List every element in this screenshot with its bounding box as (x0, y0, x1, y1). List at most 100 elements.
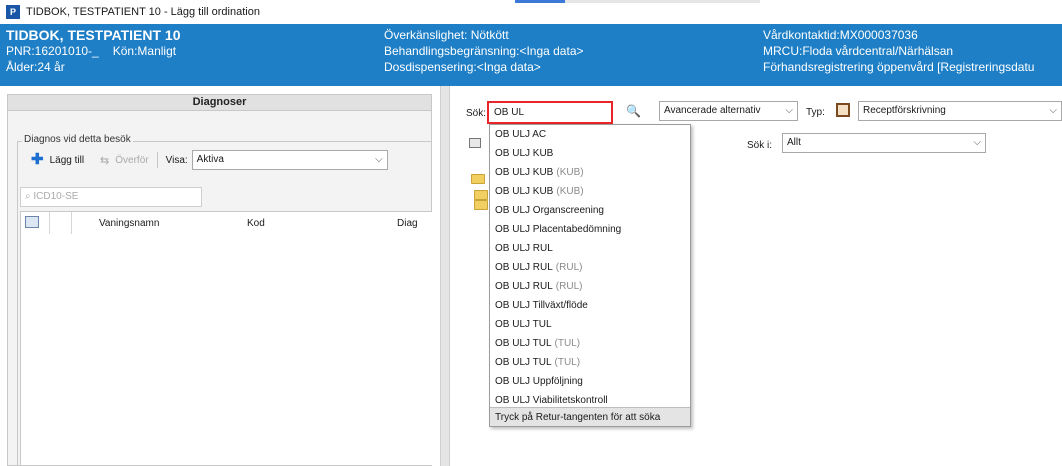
column-header-code[interactable]: Kod (247, 218, 265, 229)
visa-select-value: Aktiva (196, 154, 224, 165)
suggestion-text: OB ULJ KUB (495, 148, 554, 159)
folder-icon[interactable] (474, 200, 488, 210)
new-folder-icon[interactable] (469, 138, 481, 148)
suggestion-suffix: (KUB) (556, 167, 584, 178)
tab-indicator-active (515, 0, 565, 3)
panel-splitter[interactable] (440, 86, 450, 466)
search-icon: ⌕ (25, 191, 31, 202)
treatment-limit-info[interactable]: Behandlingsbegränsning:<Inga data> (384, 43, 584, 59)
column-header-diag[interactable]: Diag (397, 218, 418, 229)
suggestion-text: OB ULJ Placentabedömning (495, 224, 622, 235)
mrcu-info: MRCU:Floda vårdcentral/Närhälsan (763, 44, 954, 58)
search-in-value: Allt (787, 137, 801, 148)
app-icon: P (6, 5, 20, 19)
suggestion-item[interactable]: OB ULJ Tillväxt/flöde (490, 296, 690, 315)
column-divider (71, 212, 72, 234)
plus-icon: ✚ (31, 151, 44, 168)
group-legend: Diagnos vid detta besök (22, 134, 133, 145)
suggestion-item[interactable]: OB ULJ Uppföljning (490, 372, 690, 391)
suggestion-text: OB ULJ TUL (495, 338, 552, 349)
suggestion-item[interactable]: OB ULJ RUL (RUL) (490, 258, 690, 277)
contact-info-column: Vårdkontaktid:MX000037036 MRCU:Floda vår… (763, 27, 1034, 75)
suggestion-item[interactable]: OB ULJ KUB (490, 144, 690, 163)
suggestion-text: OB ULJ RUL (495, 281, 553, 292)
search-input[interactable]: OB UL (487, 101, 613, 124)
suggestion-item[interactable]: OB ULJ KUB (KUB) (490, 182, 690, 201)
suggestion-suffix: (RUL) (555, 262, 583, 273)
add-button-label: Lägg till (49, 154, 85, 166)
patient-gender: Kön:Manligt (112, 44, 177, 58)
folder-icon[interactable] (471, 174, 485, 184)
suggestion-text: OB ULJ Viabilitetskontroll (495, 395, 608, 406)
search-input-value: OB UL (494, 107, 525, 118)
patient-alerts-column: Överkänslighet: Nötkött Behandlingsbegrä… (384, 27, 584, 75)
search-icon[interactable]: 🔍 (626, 104, 641, 118)
patient-info-column: TIDBOK, TESTPATIENT 10 PNR:16201010-_ Kön… (6, 27, 181, 75)
preregistration-info: Förhandsregistrering öppenvård [Registre… (763, 60, 1035, 74)
type-select-value: Receptförskrivning (863, 105, 946, 116)
suggestion-text: OB ULJ KUB (495, 167, 554, 178)
diagnosis-toolbar: ✚ Lägg till ⇆ Överför Visa: Aktiva ⌵ (31, 148, 388, 172)
suggestion-text: OB ULJ TUL (495, 319, 552, 330)
suggestion-item[interactable]: OB ULJ RUL (490, 239, 690, 258)
column-header-name[interactable]: Vaningsnamn (99, 218, 159, 229)
suggestion-item[interactable]: OB ULJ RUL (RUL) (490, 277, 690, 296)
suggestion-text: OB ULJ TUL (495, 357, 552, 368)
patient-pnr-row: PNR:16201010-_ Kön:Manligt (6, 43, 181, 59)
transfer-icon: ⇆ (100, 154, 110, 167)
tab-indicator (565, 0, 760, 3)
suggestion-item[interactable]: OB ULJ AC (490, 125, 690, 144)
allergy-info[interactable]: Överkänslighet: Nötkött (384, 27, 584, 43)
diagnosis-table: Vaningsnamn Kod Diag (20, 211, 432, 466)
suggestion-suffix: (TUL) (554, 357, 581, 368)
suggestion-text: OB ULJ RUL (495, 262, 553, 273)
suggestion-text: OB ULJ RUL (495, 243, 553, 254)
suggestion-item[interactable]: OB ULJ Placentabedömning (490, 220, 690, 239)
search-in-select[interactable]: Allt ⌵ (782, 133, 986, 153)
toolbar-separator (156, 152, 158, 168)
chevron-down-icon: ⌵ (973, 137, 981, 148)
window-title: TIDBOK, TESTPATIENT 10 - Lägg till ordin… (26, 6, 260, 18)
visa-label: Visa: (165, 154, 188, 166)
suggestion-item[interactable]: OB ULJ TUL (TUL) (490, 334, 690, 353)
suggestion-item[interactable]: OB ULJ TUL (490, 315, 690, 334)
search-in-label: Sök i: (747, 140, 773, 151)
suggestion-text: OB ULJ AC (495, 129, 547, 140)
dosage-info[interactable]: Dosdispensering:<Inga data> (384, 59, 584, 75)
table-header: Vaningsnamn Kod Diag (21, 212, 432, 234)
contact-id: Vårdkontaktid:MX000037036 (763, 28, 918, 42)
suggestion-text: OB ULJ Organscreening (495, 205, 604, 216)
add-diagnosis-button[interactable]: ✚ Lägg till (31, 151, 85, 168)
edit-icon[interactable] (25, 216, 39, 228)
suggestion-suffix: (KUB) (556, 186, 584, 197)
chevron-down-icon: ⌵ (375, 154, 383, 165)
advanced-options-value: Avancerade alternativ (664, 105, 761, 116)
patient-age: Ålder:24 år (6, 60, 65, 74)
dropdown-hint: Tryck på Retur-tangenten för att söka (490, 407, 690, 426)
suggestion-text: OB ULJ Uppföljning (495, 376, 583, 387)
advanced-options-select[interactable]: Avancerade alternativ ⌵ (659, 101, 798, 121)
panel-title: Diagnoser (8, 95, 431, 111)
suggestion-text: OB ULJ KUB (495, 186, 554, 197)
icd-search-input[interactable]: ⌕ ICD10-SE (20, 187, 202, 207)
suggestion-item[interactable]: OB ULJ Organscreening (490, 201, 690, 220)
suggestion-text: OB ULJ Tillväxt/flöde (495, 300, 588, 311)
suggestion-item[interactable]: OB ULJ TUL (TUL) (490, 353, 690, 372)
prescription-type-icon (836, 103, 850, 117)
type-select[interactable]: Receptförskrivning ⌵ (858, 101, 1062, 121)
search-label: Sök: (466, 108, 487, 119)
visa-select[interactable]: Aktiva ⌵ (191, 150, 388, 170)
chevron-down-icon: ⌵ (785, 105, 793, 116)
patient-pnr: PNR:16201010-_ (6, 44, 99, 58)
transfer-button[interactable]: Överför (115, 155, 148, 166)
patient-header: TIDBOK, TESTPATIENT 10 PNR:16201010-_ Kön… (0, 24, 1062, 86)
type-label: Typ: (806, 107, 825, 118)
suggestion-item[interactable]: OB ULJ KUB (KUB) (490, 163, 690, 182)
suggestion-suffix: (RUL) (555, 281, 583, 292)
window-titlebar: P TIDBOK, TESTPATIENT 10 - Lägg till ord… (0, 0, 1062, 24)
patient-name: TIDBOK, TESTPATIENT 10 (6, 27, 181, 43)
suggestion-suffix: (TUL) (554, 338, 581, 349)
column-divider (49, 212, 50, 234)
folder-icon[interactable] (474, 190, 488, 200)
icd-placeholder: ICD10-SE (33, 191, 79, 202)
